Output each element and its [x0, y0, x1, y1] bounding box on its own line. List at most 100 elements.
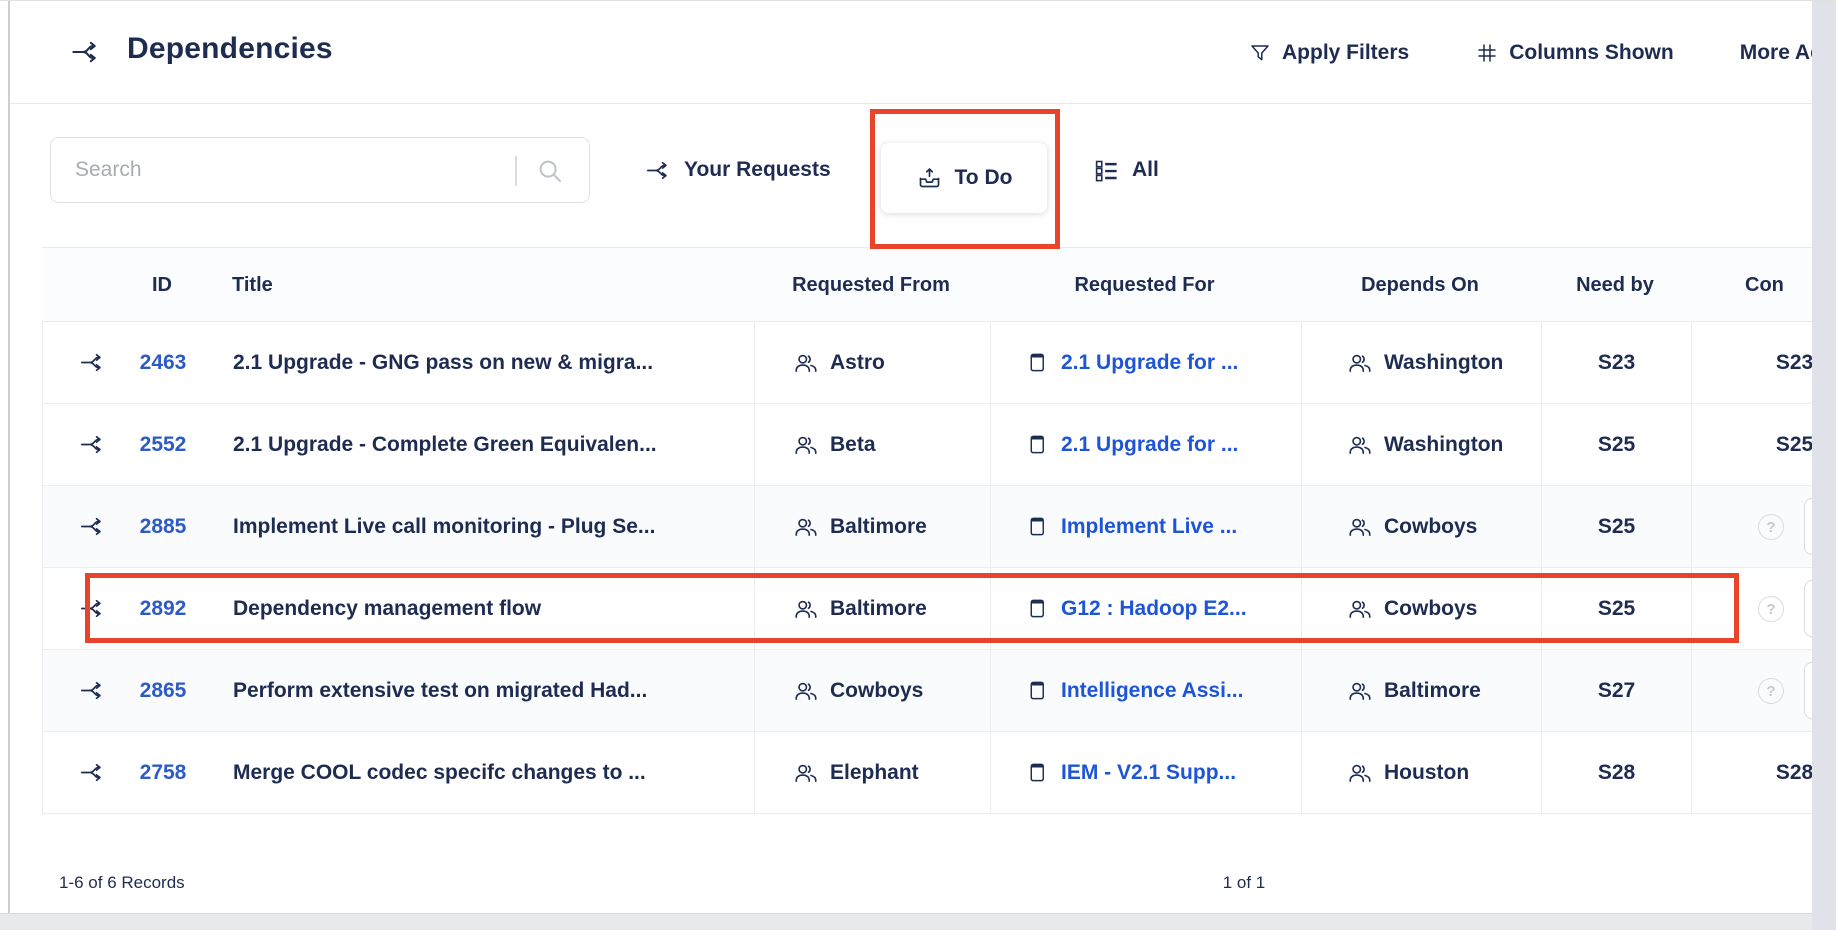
- row-id-link[interactable]: 2463: [103, 322, 223, 403]
- requested-for-link[interactable]: 2.1 Upgrade for ...: [990, 404, 1301, 485]
- window-frame-right: [1812, 1, 1836, 930]
- depends-on-cell: Cowboys: [1301, 568, 1541, 649]
- table-row[interactable]: 2892 Dependency management flow Baltimor…: [43, 568, 1836, 650]
- requested-for-link[interactable]: Implement Live ...: [990, 486, 1301, 567]
- column-header-depends-on[interactable]: Depends On: [1300, 248, 1540, 322]
- dependencies-table: ID Title Requested From Requested For De…: [42, 247, 1836, 814]
- question-icon[interactable]: ?: [1758, 678, 1784, 704]
- row-id-link[interactable]: 2892: [103, 568, 223, 649]
- people-icon: [795, 764, 817, 782]
- requested-from-cell: Astro: [754, 322, 990, 403]
- requested-from-value: Astro: [830, 350, 885, 374]
- row-title: Dependency management flow: [233, 596, 542, 620]
- row-id-link[interactable]: 2552: [103, 404, 223, 485]
- need-by-cell: S25: [1541, 568, 1691, 649]
- tray-up-icon: [919, 167, 939, 187]
- tab-all[interactable]: All: [1093, 137, 1159, 203]
- depends-on-cell: Washington: [1301, 404, 1541, 485]
- window-frame-left: [8, 1, 10, 913]
- requested-from-cell: Elephant: [754, 732, 990, 813]
- table-row[interactable]: 2552 2.1 Upgrade - Complete Green Equiva…: [43, 404, 1813, 486]
- depends-on-value: Houston: [1384, 760, 1470, 784]
- need-by-cell: S28: [1541, 732, 1691, 813]
- requested-for-value: Intelligence Assi...: [1061, 678, 1244, 702]
- columns-icon: [1478, 43, 1496, 62]
- row-title: 2.1 Upgrade - GNG pass on new & migra...: [233, 350, 654, 374]
- tab-to-do[interactable]: To Do: [881, 143, 1047, 213]
- table-row[interactable]: 2758 Merge COOL codec specifc changes to…: [43, 732, 1813, 814]
- columns-shown-label: Columns Shown: [1509, 40, 1674, 64]
- document-icon: [1030, 599, 1044, 618]
- row-title: Implement Live call monitoring - Plug Se…: [233, 514, 656, 538]
- people-icon: [1349, 436, 1371, 454]
- requested-from-value: Baltimore: [830, 514, 927, 538]
- table-row[interactable]: 2865 Perform extensive test on migrated …: [43, 650, 1836, 732]
- filter-icon: [1251, 44, 1269, 60]
- tab-your-requests[interactable]: Your Requests: [645, 137, 831, 203]
- people-icon: [1349, 682, 1371, 700]
- requested-for-link[interactable]: IEM - V2.1 Supp...: [990, 732, 1301, 813]
- search-input[interactable]: [75, 138, 505, 202]
- row-id-link[interactable]: 2885: [103, 486, 223, 567]
- tab-all-label: All: [1132, 158, 1159, 181]
- list-icon: [1095, 159, 1118, 182]
- people-icon: [1349, 600, 1371, 618]
- search-box: [50, 137, 590, 203]
- requested-from-cell: Baltimore: [754, 486, 990, 567]
- requested-from-value: Cowboys: [830, 678, 924, 702]
- column-header-requested-from[interactable]: Requested From: [753, 248, 989, 322]
- column-header-requested-for[interactable]: Requested For: [989, 248, 1300, 322]
- requested-for-link[interactable]: Intelligence Assi...: [990, 650, 1301, 731]
- question-icon[interactable]: ?: [1758, 514, 1784, 540]
- app-window: Dependencies Apply Filters Columns Shown…: [0, 0, 1836, 930]
- depends-on-cell: Houston: [1301, 732, 1541, 813]
- requested-from-cell: Cowboys: [754, 650, 990, 731]
- table-header: ID Title Requested From Requested For De…: [42, 247, 1812, 322]
- dependency-icon: [72, 41, 96, 63]
- requested-from-cell: Beta: [754, 404, 990, 485]
- apply-filters-button[interactable]: Apply Filters: [1248, 41, 1409, 65]
- search-icon[interactable]: [535, 156, 565, 186]
- header-actions: Apply Filters Columns Shown More Actions: [1248, 1, 1822, 104]
- page-title: Dependencies: [127, 32, 333, 65]
- need-by-cell: S25: [1541, 486, 1691, 567]
- columns-shown-button[interactable]: Columns Shown: [1475, 41, 1674, 65]
- dependency-icon: [646, 161, 667, 179]
- requested-for-link[interactable]: G12 : Hadoop E2...: [990, 568, 1301, 649]
- requested-for-value: G12 : Hadoop E2...: [1061, 596, 1247, 620]
- requested-from-value: Elephant: [830, 760, 919, 784]
- depends-on-cell: Baltimore: [1301, 650, 1541, 731]
- people-icon: [795, 518, 817, 536]
- people-icon: [1349, 354, 1371, 372]
- row-id-link[interactable]: 2865: [103, 650, 223, 731]
- requested-from-value: Baltimore: [830, 596, 927, 620]
- page-indicator: 1 of 1: [1222, 873, 1266, 892]
- question-icon[interactable]: ?: [1758, 596, 1784, 622]
- requested-from-cell: Baltimore: [754, 568, 990, 649]
- column-header-id[interactable]: ID: [102, 248, 222, 322]
- table-row[interactable]: 2463 2.1 Upgrade - GNG pass on new & mig…: [43, 322, 1813, 404]
- depends-on-value: Washington: [1384, 432, 1504, 456]
- column-header-need-by[interactable]: Need by: [1540, 248, 1690, 322]
- people-icon: [795, 436, 817, 454]
- column-header-title[interactable]: Title: [232, 248, 752, 322]
- depends-on-value: Washington: [1384, 350, 1504, 374]
- requested-for-link[interactable]: 2.1 Upgrade for ...: [990, 322, 1301, 403]
- row-title: 2.1 Upgrade - Complete Green Equivalen..…: [233, 432, 657, 456]
- more-actions-button[interactable]: More Actions: [1740, 41, 1822, 65]
- tab-to-do-label: To Do: [954, 166, 1013, 189]
- row-id-link[interactable]: 2758: [103, 732, 223, 813]
- requested-for-value: 2.1 Upgrade for ...: [1061, 432, 1239, 456]
- need-by-cell: S27: [1541, 650, 1691, 731]
- people-icon: [1349, 518, 1371, 536]
- row-title: Merge COOL codec specifc changes to ...: [233, 760, 646, 784]
- page-header: Dependencies Apply Filters Columns Shown…: [10, 1, 1822, 104]
- document-icon: [1030, 763, 1044, 782]
- apply-filters-label: Apply Filters: [1282, 40, 1410, 64]
- table-body: 2463 2.1 Upgrade - GNG pass on new & mig…: [42, 322, 1836, 814]
- people-icon: [795, 354, 817, 372]
- depends-on-value: Cowboys: [1384, 596, 1478, 620]
- requested-from-value: Beta: [830, 432, 876, 456]
- row-title: Perform extensive test on migrated Had..…: [233, 678, 648, 702]
- table-row[interactable]: 2885 Implement Live call monitoring - Pl…: [43, 486, 1836, 568]
